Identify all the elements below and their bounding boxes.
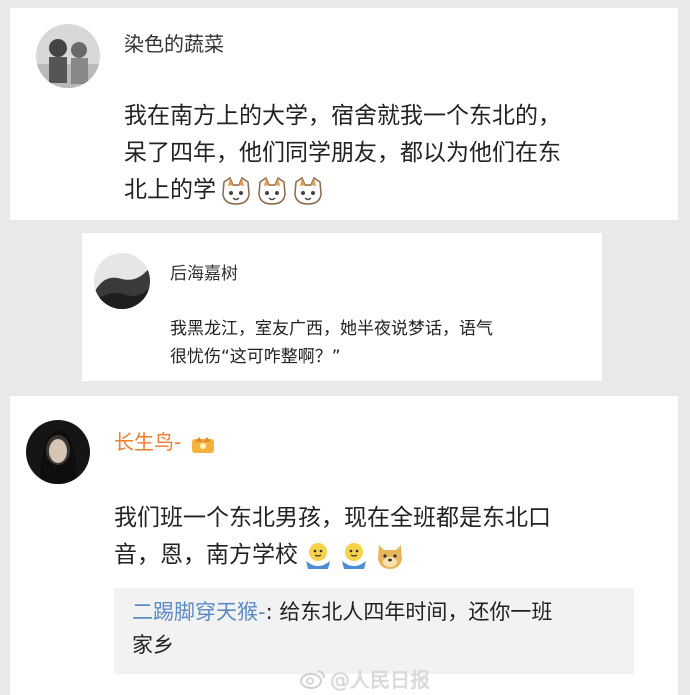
reply-text-line: : 给东北人四年时间，还你一班 xyxy=(265,600,553,624)
doge-icon xyxy=(374,541,406,571)
comment-line-text: 北上的学 xyxy=(124,177,216,203)
hug-icon xyxy=(338,541,370,571)
cat-icon xyxy=(292,176,324,206)
reply-username[interactable]: 二踢脚穿天猴- xyxy=(132,600,266,624)
comment-card-1: 染色的蔬菜 我在南方上的大学，宿舍就我一个东北的， 呆了四年，他们同学朋友，都以… xyxy=(10,8,678,220)
reply-line: 二踢脚穿天猴-: 给东北人四年时间，还你一班 xyxy=(132,596,632,629)
weibo-logo-icon xyxy=(300,669,326,694)
username[interactable]: 染色的蔬菜 xyxy=(124,28,224,57)
cat-icon xyxy=(220,176,252,206)
crown-badge-icon xyxy=(190,433,216,455)
cat-icon xyxy=(256,176,288,206)
avatar[interactable] xyxy=(26,420,90,484)
comment-card-2: 后海嘉树 我黑龙江，室友广西，她半夜说梦话，语气 很忧伤“这可咋整啊？” xyxy=(82,233,602,381)
username-text: 长生鸟- xyxy=(114,430,182,454)
comment-card-3: 长生鸟- 我们班一个东北男孩，现在全班都是东北口 音，恩，南方学校 二踢脚穿天猴… xyxy=(10,396,678,695)
comment-line: 我黑龙江，室友广西，她半夜说梦话，语气 xyxy=(170,319,493,339)
reply-text: 二踢脚穿天猴-: 给东北人四年时间，还你一班 家乡 xyxy=(132,596,632,662)
comment-line: 音，恩，南方学校 xyxy=(114,537,654,574)
watermark: @人民日报 xyxy=(300,664,430,694)
comment-line: 呆了四年，他们同学朋友，都以为他们在东 xyxy=(124,140,561,166)
username[interactable]: 后海嘉树 xyxy=(170,259,238,284)
comment-text: 我黑龙江，室友广西，她半夜说梦话，语气 很忧伤“这可咋整啊？” xyxy=(170,315,590,371)
comment-line: 我在南方上的大学，宿舍就我一个东北的， xyxy=(124,103,561,129)
comment-text: 我们班一个东北男孩，现在全班都是东北口 音，恩，南方学校 xyxy=(114,500,654,574)
watermark-text: @人民日报 xyxy=(330,668,430,692)
comment-line-text: 音，恩，南方学校 xyxy=(114,542,298,568)
comment-line: 我们班一个东北男孩，现在全班都是东北口 xyxy=(114,505,551,531)
username[interactable]: 长生鸟- xyxy=(114,426,216,455)
avatar[interactable] xyxy=(94,253,150,309)
comment-line: 很忧伤“这可咋整啊？” xyxy=(170,347,341,367)
reply-line: 家乡 xyxy=(132,633,174,657)
comment-line: 北上的学 xyxy=(124,172,664,209)
avatar[interactable] xyxy=(36,24,100,88)
comment-text: 我在南方上的大学，宿舍就我一个东北的， 呆了四年，他们同学朋友，都以为他们在东 … xyxy=(124,98,664,209)
hug-icon xyxy=(302,541,334,571)
